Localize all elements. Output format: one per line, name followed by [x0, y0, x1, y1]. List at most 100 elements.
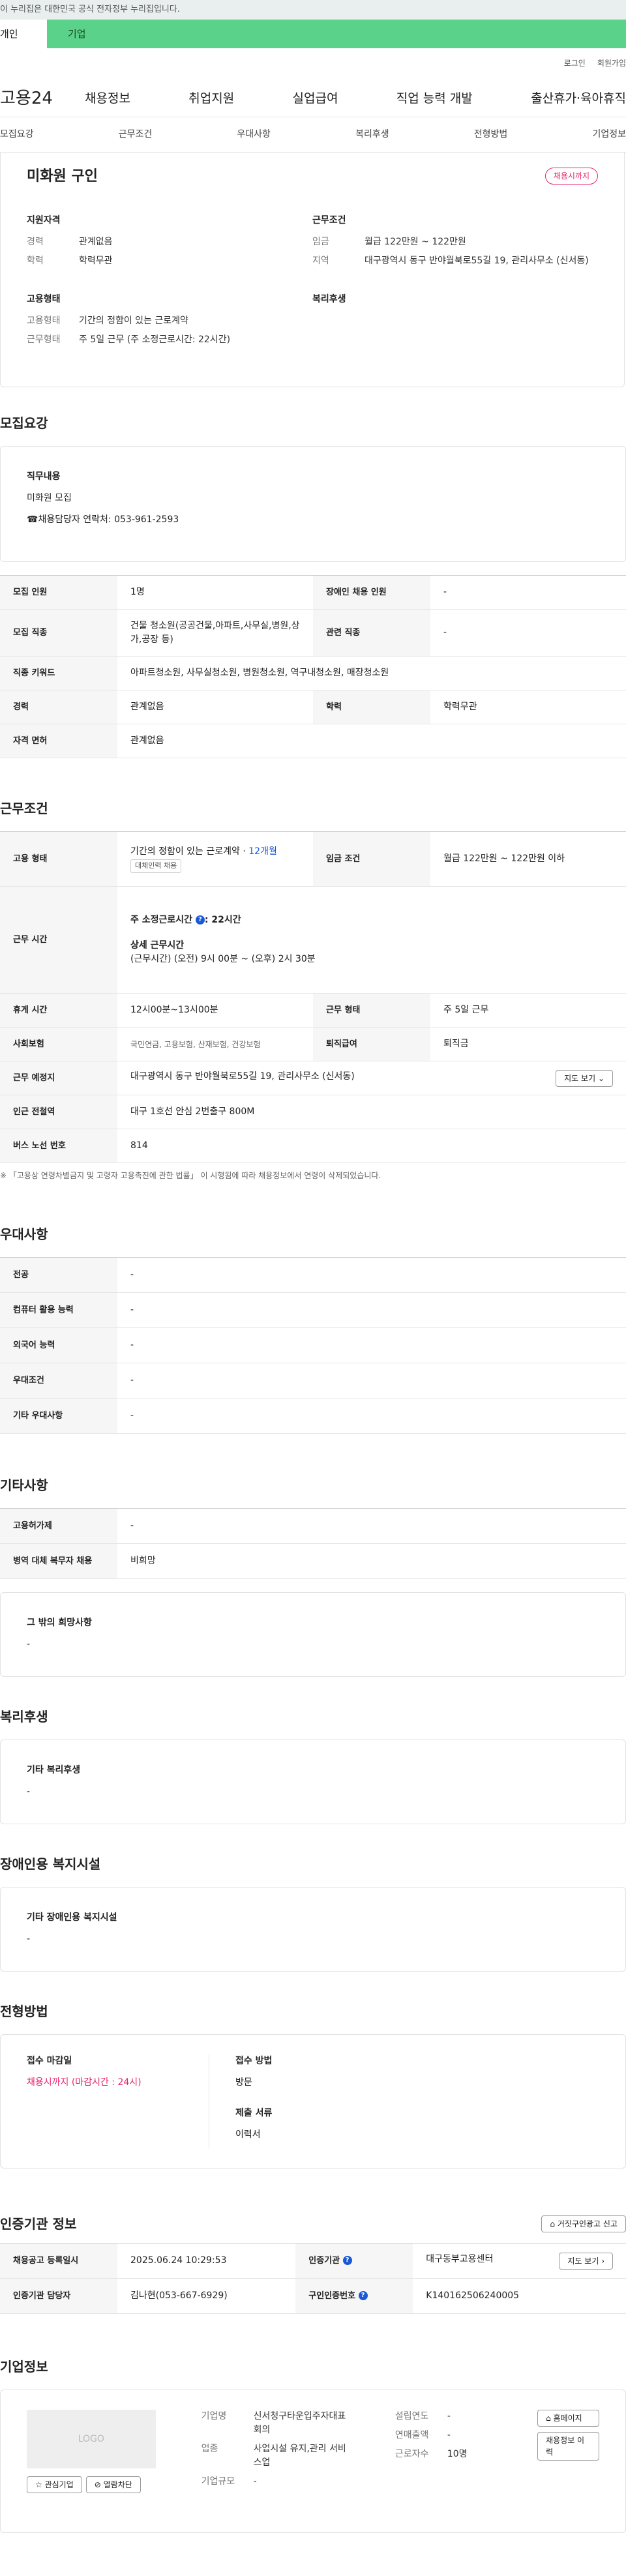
career-label: 경력: [27, 237, 44, 247]
top-bar: 개인 기업: [0, 20, 626, 48]
cell-label: 퇴직급여: [313, 1027, 430, 1061]
cell-value: K140162506240005: [413, 2278, 626, 2314]
method-value: 방문: [235, 2077, 252, 2088]
agency-org-cell: 대구동부고용센터 지도 보기 ›: [413, 2243, 626, 2279]
work-heading: 근무조건: [0, 801, 48, 816]
welfare-box-heading: 기타 복리후생: [27, 1765, 81, 1775]
deadline-value: 채용시까지 (마감시간 : 24시): [27, 2077, 142, 2088]
cell-label: 인근 전철역: [0, 1095, 117, 1129]
gnb-item-training[interactable]: 직업 능력 개발: [396, 89, 473, 108]
map-button[interactable]: 지도 보기 ⌄: [556, 1069, 613, 1087]
block-button[interactable]: ⊘ 열람차단: [85, 2476, 141, 2493]
emp-type-value: 기간의 정함이 있는 근로계약: [79, 316, 188, 326]
welfare-section-heading: 복리후생: [0, 1709, 48, 1725]
company-tab[interactable]: 기업: [47, 20, 626, 48]
place-cell: 대구광역시 동구 반야월북로55길 19, 관리사무소 (신서동) 지도 보기 ⌄: [117, 1061, 626, 1095]
pay-label: 임금: [312, 237, 329, 247]
cell-value: 월급 122만원 ~ 122만원 이하: [430, 831, 626, 887]
time-week-value: : 22시간: [204, 915, 241, 925]
cell-value: 김나현(053-667-6929): [117, 2278, 296, 2314]
favorite-button[interactable]: ☆ 관심기업: [27, 2476, 82, 2493]
cell-value: 10명: [447, 2449, 468, 2459]
career-value: 관계없음: [79, 237, 113, 247]
cell-label: 휴게 시간: [0, 993, 117, 1028]
deadline-badge: 채용시까지: [544, 168, 598, 185]
job-desc-heading: 직무내용: [27, 471, 61, 482]
prefer-table: 전공 - 컴퓨터 활용 능력 - 외국어 능력 - 우대조건 - 기타 우대사항 -: [0, 1257, 626, 1434]
cell-label: 채용공고 등록일시: [0, 2243, 117, 2279]
gnb-item-support[interactable]: 취업지원: [188, 89, 234, 108]
cell-label: 기업명: [201, 2411, 227, 2421]
cell-value: 퇴직금: [430, 1027, 626, 1061]
docs-value: 이력서: [235, 2129, 261, 2140]
cell-label: 고용허가제: [0, 1508, 117, 1544]
info-icon[interactable]: ?: [358, 2291, 368, 2301]
cell-value: -: [430, 575, 626, 610]
cell-label: 자격 면허: [0, 724, 117, 758]
etc-box: 그 밖의 희망사항 -: [0, 1592, 626, 1677]
cell-label: 인증기관 담당자: [0, 2278, 117, 2314]
work-form-value: 주 5일 근무 (주 소정근로시간: 22시간): [79, 334, 231, 345]
etc-box-value: -: [27, 1639, 31, 1650]
cell-label: 근로자수: [395, 2449, 429, 2459]
info-icon[interactable]: ?: [195, 915, 205, 925]
site-logo[interactable]: 고용24: [0, 86, 85, 111]
homepage-button[interactable]: ⌂ 홈페이지: [537, 2410, 599, 2427]
gnb-item-leave[interactable]: 출산휴가·육아휴직: [531, 89, 626, 108]
cell-value: 1명: [117, 575, 313, 610]
tab-recruit[interactable]: 모집요강: [0, 128, 34, 141]
tab-prefer[interactable]: 우대사항: [237, 128, 271, 141]
cell-value: 국민연금, 고용보험, 산재보험, 건강보험: [117, 1027, 313, 1061]
screening-box: 접수 마감일 채용시까지 (마감시간 : 24시) 접수 방법 방문 제출 서류…: [0, 2034, 626, 2169]
global-nav: 고용24 채용정보 취업지원 실업급여 직업 능력 개발 출산휴가·육아휴직: [0, 81, 626, 117]
cell-value: -: [117, 1363, 626, 1399]
cell-value: -: [117, 1508, 626, 1544]
disabled-heading: 장애인용 복지시설: [0, 1856, 101, 1872]
emp-tag: 대체인력 채용: [130, 859, 182, 873]
etc-table: 고용허가제 - 병역 대체 복무자 채용 비희망: [0, 1508, 626, 1579]
cell-label: 외국어 능력: [0, 1327, 117, 1363]
tab-company[interactable]: 기업정보: [592, 128, 626, 141]
company-box: LOGO ☆ 관심기업 ⊘ 열람차단 기업명 신서청구타운입주자대표회의 업종 사업…: [0, 2390, 626, 2533]
cell-value: 대구 1호선 안심 2번출구 800M: [117, 1095, 626, 1129]
etc-box-heading: 그 밖의 희망사항: [27, 1618, 92, 1628]
work-table: 고용 형태 기간의 정함이 있는 근로계약 · 12개월 대체인력 채용 임금 조…: [0, 831, 626, 1163]
prefer-heading: 우대사항: [0, 1226, 48, 1242]
cell-label: 근무 예정지: [0, 1061, 117, 1095]
cell-label: 경력: [0, 690, 117, 724]
place-value: 대구광역시 동구 반야월북로55길 19, 관리사무소 (신서동): [130, 1071, 355, 1082]
history-button[interactable]: 채용정보 이력: [537, 2432, 599, 2461]
time-cell: 주 소정근로시간 ?: 22시간 상세 근무시간 (근무시간) (오전) 9시 …: [117, 886, 626, 994]
cell-label: 근무 시간: [0, 886, 117, 994]
cell-value: -: [447, 2430, 451, 2440]
contact-text: ☎채용담당자 연락처: 053-961-2593: [27, 514, 179, 525]
emp-cell: 기간의 정함이 있는 근로계약 · 12개월 대체인력 채용: [117, 831, 313, 887]
cell-label: 설립연도: [395, 2411, 429, 2421]
tab-welfare[interactable]: 복리후생: [355, 128, 389, 141]
cell-value: -: [430, 609, 626, 657]
cell-label: 직종 키워드: [0, 656, 117, 690]
cell-label: 기업규모: [201, 2476, 235, 2487]
gnb-item-unemployment[interactable]: 실업급여: [293, 89, 338, 108]
login-link[interactable]: 로그인: [564, 57, 586, 81]
cell-label: 사회보험: [0, 1027, 117, 1061]
welfare-box: 기타 복리후생 -: [0, 1740, 626, 1824]
gnb-item-jobs[interactable]: 채용정보: [85, 89, 130, 108]
tab-screening[interactable]: 전형방법: [474, 128, 508, 141]
report-button[interactable]: ⌂ 거짓구인광고 신고: [541, 2215, 626, 2232]
personal-tab[interactable]: 개인: [0, 20, 47, 48]
cell-label: 모집 직종: [0, 609, 117, 657]
time-week-label: 주 소정근로시간: [130, 915, 193, 925]
summary-card: 미화원 구인 채용시까지 지원자격 경력 관계없음 학력 학력무관 근무조건 임금 월급…: [0, 153, 625, 387]
cell-value: 신서청구타운입주자대표회의: [253, 2411, 346, 2435]
signup-link[interactable]: 회원가입: [597, 57, 626, 81]
tab-work[interactable]: 근무조건: [119, 128, 153, 141]
company-heading: 기업정보: [0, 2359, 48, 2375]
cell-label: 업종: [201, 2444, 218, 2454]
agency-map-button[interactable]: 지도 보기 ›: [559, 2252, 613, 2270]
info-icon[interactable]: ?: [342, 2256, 352, 2266]
company-logo: LOGO: [27, 2410, 156, 2468]
job-desc-box: 직무내용 미화원 모집 ☎채용담당자 연락처: 053-961-2593: [0, 446, 626, 562]
cell-value: 주 5일 근무: [430, 993, 626, 1028]
agency-org-value: 대구동부고용센터: [426, 2253, 494, 2264]
